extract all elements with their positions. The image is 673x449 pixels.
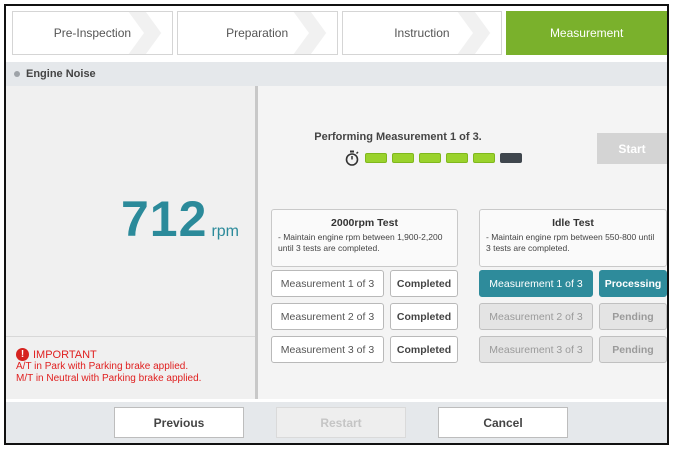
- chevron-right-icon: [457, 12, 491, 54]
- measurement-button-1[interactable]: Measurement 1 of 3: [271, 270, 384, 297]
- measurement-panel: Performing Measurement 1 of 3. Start 200…: [258, 86, 667, 399]
- test-description: - Maintain engine rpm between 550-800 un…: [486, 232, 655, 253]
- section-header: Engine Noise: [6, 62, 667, 86]
- rpm-unit: rpm: [211, 223, 239, 240]
- cancel-button[interactable]: Cancel: [438, 407, 568, 438]
- idle-status-button-1[interactable]: Processing: [599, 270, 667, 297]
- previous-button[interactable]: Previous: [114, 407, 244, 438]
- idle-measurement-button-1[interactable]: Measurement 1 of 3: [479, 270, 593, 297]
- test-title: 2000rpm Test: [331, 217, 398, 229]
- status-button-1[interactable]: Completed: [390, 270, 458, 297]
- status-button-2[interactable]: Completed: [390, 303, 458, 330]
- bullet-icon: [14, 71, 20, 77]
- measurement-button-2[interactable]: Measurement 2 of 3: [271, 303, 384, 330]
- measurement-button-3[interactable]: Measurement 3 of 3: [271, 336, 384, 363]
- divider: [6, 336, 255, 337]
- step-instruction[interactable]: Instruction: [341, 11, 503, 55]
- measurement-progress: [344, 150, 522, 166]
- progress-segment: [392, 153, 414, 163]
- start-button[interactable]: Start: [597, 133, 667, 164]
- app-frame: Pre-Inspection Preparation Instruction M…: [4, 4, 669, 445]
- progress-segment: [365, 153, 387, 163]
- test-title: Idle Test: [552, 217, 594, 229]
- exclamation-circle-icon: !: [16, 348, 29, 361]
- stopwatch-icon: [345, 150, 359, 166]
- step-label: Preparation: [226, 26, 289, 40]
- idle-status-button-3[interactable]: Pending: [599, 336, 667, 363]
- status-button-3[interactable]: Completed: [390, 336, 458, 363]
- step-label: Instruction: [394, 26, 450, 40]
- test-2000rpm-box: 2000rpm Test - Maintain engine rpm betwe…: [271, 209, 458, 267]
- step-measurement[interactable]: Measurement: [506, 11, 667, 55]
- important-line-1: A/T in Park with Parking brake applied.: [16, 361, 189, 372]
- important-title: IMPORTANT: [33, 348, 97, 361]
- important-notice: ! IMPORTANT A/T in Park with Parking bra…: [16, 348, 201, 385]
- important-line-2: M/T in Neutral with Parking brake applie…: [16, 373, 202, 384]
- step-navigation: Pre-Inspection Preparation Instruction M…: [12, 11, 667, 55]
- progress-segment: [419, 153, 441, 163]
- idle-status-button-2[interactable]: Pending: [599, 303, 667, 330]
- section-title: Engine Noise: [26, 68, 96, 80]
- progress-segments: [365, 153, 522, 163]
- rpm-panel: 712 rpm ! IMPORTANT A/T in Park with Par…: [6, 86, 255, 399]
- progress-segment: [500, 153, 522, 163]
- idle-measurement-button-2[interactable]: Measurement 2 of 3: [479, 303, 593, 330]
- step-label: Pre-Inspection: [53, 26, 132, 40]
- step-preparation[interactable]: Preparation: [176, 11, 338, 55]
- progress-segment: [473, 153, 495, 163]
- restart-button[interactable]: Restart: [276, 407, 406, 438]
- test-description: - Maintain engine rpm between 1,900-2,20…: [278, 232, 443, 253]
- rpm-readout: 712 rpm: [6, 190, 255, 248]
- chevron-right-icon: [293, 12, 326, 54]
- footer-bar: Previous Restart Cancel: [6, 402, 667, 443]
- measurement-status: Performing Measurement 1 of 3.: [314, 131, 482, 143]
- step-pre-inspection[interactable]: Pre-Inspection: [12, 11, 173, 55]
- test-idle-box: Idle Test - Maintain engine rpm between …: [479, 209, 667, 267]
- idle-measurement-button-3[interactable]: Measurement 3 of 3: [479, 336, 593, 363]
- rpm-value: 712: [121, 191, 208, 247]
- step-label: Measurement: [549, 26, 624, 40]
- progress-segment: [446, 153, 468, 163]
